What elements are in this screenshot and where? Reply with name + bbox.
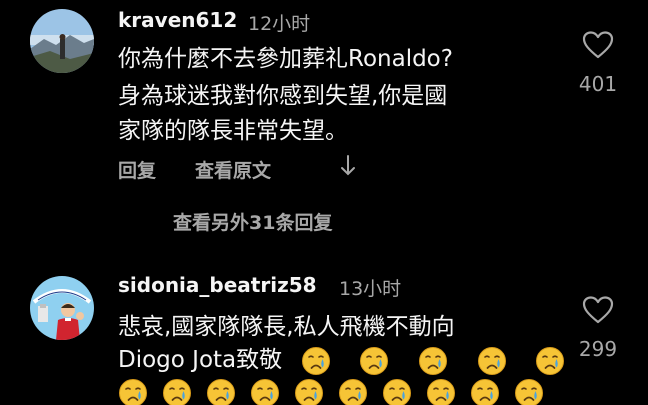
crying-face-emoji	[206, 378, 236, 405]
avatar[interactable]	[30, 9, 94, 73]
comment-username[interactable]: sidonia_beatriz58	[118, 273, 317, 297]
reply-button[interactable]: 回复	[118, 156, 156, 183]
crying-face-emoji	[382, 378, 412, 405]
crying-face-emoji	[470, 378, 500, 405]
like-heart-icon[interactable]	[582, 30, 614, 60]
comment-text-line: 家隊的隊長非常失望。	[118, 118, 348, 144]
avatar-landscape-icon	[30, 9, 94, 73]
crying-face-emoji	[535, 346, 565, 376]
crying-face-emoji	[294, 378, 324, 405]
crying-face-emoji	[418, 346, 448, 376]
crying-face-emoji	[162, 378, 192, 405]
comment-username[interactable]: kraven612	[118, 8, 237, 32]
crying-face-emoji	[118, 378, 148, 405]
like-count: 299	[578, 337, 618, 361]
crying-face-emoji	[359, 346, 389, 376]
comment-text-line: 身為球迷我對你感到失望,你是國	[118, 83, 448, 109]
comment-time: 13小时	[339, 278, 402, 300]
crying-face-emoji	[514, 378, 544, 405]
see-original-button[interactable]: 查看原文	[195, 156, 271, 183]
like-heart-icon[interactable]	[582, 295, 614, 325]
arrow-down-icon[interactable]	[339, 154, 357, 183]
comment-text-line: Diogo Jota致敬	[118, 345, 565, 376]
like-count: 401	[578, 72, 618, 96]
crying-face-emoji	[338, 378, 368, 405]
comment-text-line: 你為什麼不去參加葬礼Ronaldo?	[118, 46, 453, 72]
comment-1: kraven612 12小时 你為什麼不去參加葬礼Ronaldo? 身為球迷我對…	[0, 0, 648, 245]
crying-face-emoji	[426, 378, 456, 405]
view-more-replies-button[interactable]: 查看另外31条回复	[173, 208, 332, 235]
comment-text-line: 悲哀,國家隊隊長,私人飛機不動向	[118, 314, 455, 340]
crying-face-emoji	[250, 378, 280, 405]
comment-time: 12小时	[248, 13, 311, 35]
crying-face-emoji	[301, 346, 331, 376]
avatar-illustration-icon	[30, 276, 94, 340]
crying-face-emoji	[477, 346, 507, 376]
comment-text: Diogo Jota致敬	[118, 347, 283, 373]
emoji-row	[118, 378, 558, 405]
comment-2: sidonia_beatriz58 13小时 悲哀,國家隊隊長,私人飛機不動向 …	[0, 245, 648, 405]
avatar[interactable]	[30, 276, 94, 340]
